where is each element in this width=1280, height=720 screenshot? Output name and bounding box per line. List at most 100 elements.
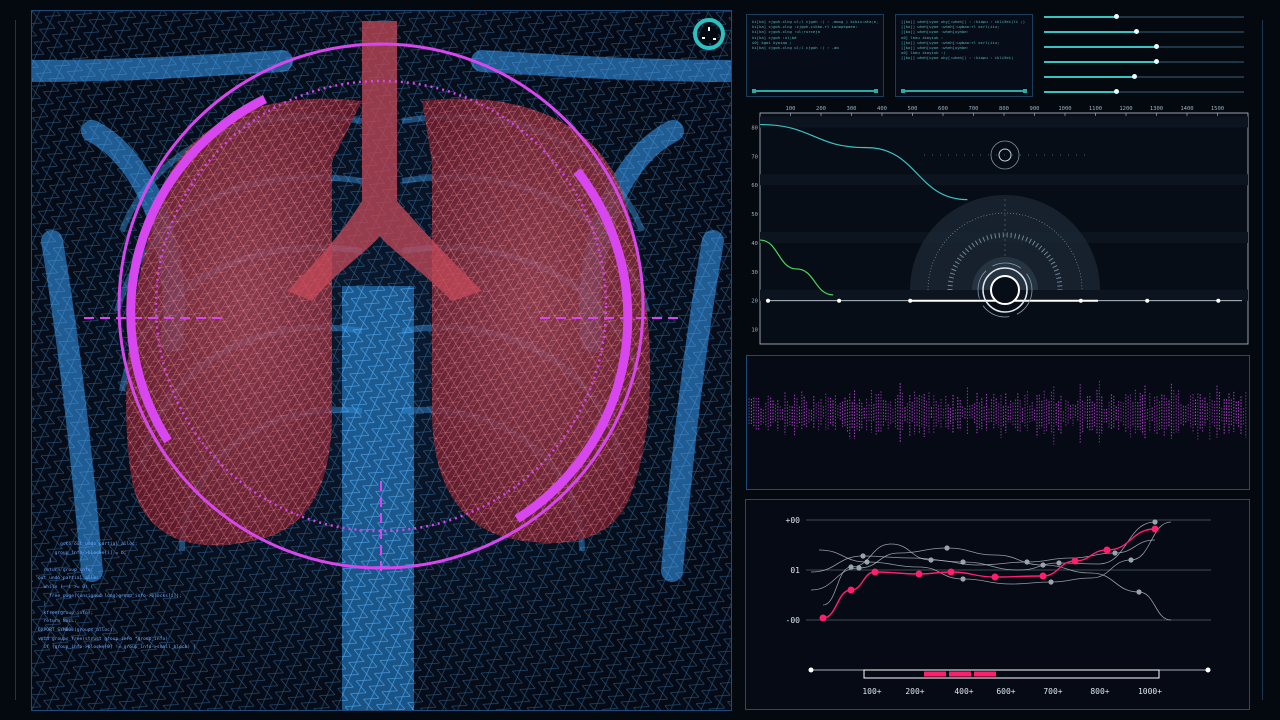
highlight-series-point [915,570,923,578]
plot-band [760,174,1248,186]
level-slider[interactable] [1044,29,1244,34]
terminal-window-1: ki[ka] cjgoh-xlng ul;l cjgoh :( : -moxg … [746,14,884,97]
grey-series-point [860,553,866,559]
x-tick-label: 100+ [862,687,881,696]
grey-series-point [944,545,950,551]
baseline-marker [1145,298,1150,303]
code-line: return NULL; [38,619,77,625]
y-tick-label: 50 [751,212,758,218]
y-axis-ticks: 80 70 60 50 40 30 20 10 [751,125,758,333]
x-tick-label: 1100 [1089,106,1102,112]
code-line: out_undo_partial_alloc: [38,576,102,582]
slider-fill [1044,76,1134,78]
level-slider[interactable] [1044,89,1244,94]
baseline-marker [908,298,913,303]
plot-band [760,116,1248,128]
y-tick-label: -00 [786,616,801,625]
highlight-series-point [1103,546,1111,554]
code-line: } [38,602,47,608]
x-tick-label: 800+ [1090,687,1109,696]
code-line: void groups_free(struct group_info *grou… [38,636,168,642]
x-tick-label: 1300 [1150,106,1163,112]
code-line: group_info->blocks[i] = b; [38,550,127,556]
x-tick-label: 1000 [1058,106,1071,112]
y-tick-label: 20 [751,299,758,305]
baseline-marker [766,298,770,303]
gauge-chart: 100 200 300 400 500 600 700 800 900 1000 1100 1200 1… [751,106,1249,345]
code-line: kfree(group_info); [38,610,94,616]
code-line: if (group_info->blocks[0] != group_info-… [38,645,196,651]
y-tick-label: 60 [751,183,758,189]
right-edge-line [1262,20,1263,700]
lung-scan-panel: goto out_undo_partial_alloc; group_info-… [31,10,732,711]
terminal-progress-bar [901,89,1027,93]
timeline-scrubber[interactable]: 100+ 200+ 400+ 600+ 700+ 800+ 1000+ [808,667,1211,697]
y-tick-label: +00 [786,516,801,525]
x-tick-label: 400 [877,106,887,112]
slider-knob[interactable] [1134,29,1139,34]
gridlines: +00 01 -00 [786,516,1211,625]
terminal-line: ki[ka] cjgoh-xlng ul;l cjgoh :( : -ab [752,45,839,51]
scrubber-segment [949,671,971,677]
level-slider[interactable] [1044,44,1244,49]
x-tick-label: 700+ [1043,687,1062,696]
highlight-series-point [819,614,827,622]
grey-series-line [810,521,1156,573]
x-tick-label: 1500 [1211,106,1224,112]
slider-knob[interactable] [1132,74,1137,79]
terminal-progress-bar [752,89,878,93]
slider-fill [1044,46,1156,48]
slider-fill [1044,31,1136,33]
highlight-series-point [847,586,855,594]
x-tick-label: 200+ [905,687,924,696]
signal-spectrum [748,380,1247,445]
slider-fill [1044,91,1116,93]
level-sliders-group [1044,12,1246,100]
trend-chart: +00 01 -00 100+ 200+ 400+ 600+ 700+ 800+ 1000+ [786,516,1211,697]
code-line: while (--i >= 0) { [38,584,94,590]
highlight-series-point [991,573,999,581]
grey-series-point [1056,560,1062,566]
left-edge-line [15,20,16,700]
code-line: EXPORT_SYMBOL(groups_alloc); [38,627,116,633]
clock-dial-icon[interactable] [692,17,726,51]
y-tick-label: 70 [751,154,758,160]
scrubber-end-handle[interactable] [1205,667,1211,673]
trend-chart-panel: +00 01 -00 100+ 200+ 400+ 600+ 700+ 800+ 1000+ [745,499,1250,710]
slider-knob[interactable] [1154,59,1159,64]
scrubber-window[interactable] [863,669,1160,679]
grey-series-point [1040,562,1046,568]
level-slider[interactable] [1044,14,1244,19]
code-line: goto out_undo_partial_alloc; [38,542,138,547]
grey-series-point [1136,589,1142,595]
highlight-series-point [1071,557,1079,565]
slider-fill [1044,61,1156,63]
highlight-series-point [1039,572,1047,580]
x-tick-label: 900 [1030,106,1040,112]
x-tick-label: 100 [786,106,796,112]
baseline-marker [1216,298,1221,303]
y-tick-label: 40 [751,241,758,247]
slider-knob[interactable] [1154,44,1159,49]
code-line: free_page((unsigned long)group_info->blo… [38,593,182,599]
level-slider[interactable] [1044,74,1244,79]
spine [342,286,414,710]
terminal-window-2: [[ko]] wheh[uyoe uhy[:wheh[( : :kiapu : … [895,14,1033,97]
x-tick-label: 300 [847,106,857,112]
grey-series-point [1152,519,1158,525]
highlight-series-point [947,568,955,576]
grey-series-point [1048,579,1054,585]
y-tick-label: 10 [751,328,758,334]
x-tick-label: 800 [999,106,1009,112]
scrubber-start-handle[interactable] [808,667,814,673]
x-tick-label: 200 [816,106,826,112]
slider-knob[interactable] [1114,89,1119,94]
terminal-line: [[ko]] wheh[uyoe uhy[:wheh[( : :kiapu : … [901,55,1014,61]
grey-series-point [1024,559,1030,565]
baseline-marker [837,298,842,303]
slider-knob[interactable] [1114,14,1119,19]
highlight-series-point [1151,525,1159,533]
baseline-marker [1078,298,1083,303]
source-code-overlay: goto out_undo_partial_alloc; group_info-… [38,541,288,653]
level-slider[interactable] [1044,59,1244,64]
